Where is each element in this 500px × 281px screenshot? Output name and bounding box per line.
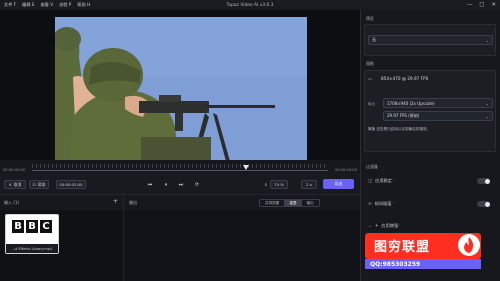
video-frame-image [55, 17, 307, 165]
bbc-logo: B B C [12, 220, 52, 233]
menu-edit[interactable]: 编辑 E [22, 2, 34, 8]
output-panel-header: 输出 [123, 194, 360, 210]
help-icon: ⊡ [32, 182, 36, 187]
playback-controls: ✕ 取消 ⊡ 帮助 00:00:03;00 ⏮ ⏸ ⏭ ⟳ ⌕ 74 % 2 x… [0, 174, 360, 194]
chevron-down-icon[interactable]: ⌄ [368, 224, 372, 229]
view-mode-side-by-side[interactable]: 并排视图 [260, 200, 284, 206]
clip-thumbnail[interactable]: B B C ...d Effects Library.mp4 [5, 214, 59, 254]
view-mode-overlay[interactable]: 重叠 [284, 200, 302, 206]
output-resolution-select[interactable]: 1708×940 (2x Upscale) ⌄ [383, 98, 493, 108]
prev-frame-icon[interactable]: ⏮ [146, 180, 154, 189]
watermark-title: 图穷联盟 [374, 240, 431, 255]
timeline-ticks [32, 164, 328, 168]
cancel-label: 取消 [13, 181, 22, 187]
output-media-area [123, 210, 360, 281]
stabilize-icon: ◫ [368, 178, 373, 184]
speed-select[interactable]: 2 x [301, 180, 317, 189]
menu-bar: 文件 F 编辑 E 查看 V 进程 P 帮助 H [0, 2, 90, 8]
cancel-button[interactable]: ✕ 取消 [4, 180, 26, 189]
feature-frame-interpolation: ⟲ 帧间插值 ⁱ [368, 201, 394, 207]
menu-file[interactable]: 文件 F [4, 2, 16, 8]
timecode-field[interactable]: 00:00:03;00 [56, 180, 86, 189]
timeline-end-time: 00:00:03:00 [335, 168, 357, 172]
menu-view[interactable]: 查看 V [40, 2, 53, 8]
watermark-qq: QQ:985303259 [365, 259, 481, 269]
close-icon[interactable]: ✕ [491, 1, 496, 9]
input-panel-title: 输入 (1) [4, 200, 19, 205]
loop-icon[interactable]: ⟳ [193, 180, 201, 189]
next-frame-icon[interactable]: ⏭ [177, 180, 185, 189]
input-panel-header: 输入 (1) + [0, 194, 123, 210]
preview-stage [0, 10, 360, 165]
timeline-track[interactable] [32, 170, 328, 171]
menu-process[interactable]: 进程 P [59, 2, 71, 8]
maximize-icon[interactable]: □ [479, 1, 484, 9]
frame-interpolation-icon: ⟲ [368, 201, 372, 207]
source-info: 854×470 @ 29.97 FPS [381, 76, 429, 81]
preset-section-label: 预设 [366, 16, 374, 21]
view-mode-output[interactable]: 输出 [302, 200, 319, 206]
chevron-down-icon: ⌄ [485, 38, 489, 43]
timeline[interactable]: 00:00:00:00 00:00:03:00 [0, 160, 360, 174]
source-icon: ▭ [368, 76, 372, 81]
preset-card: 无 ⌄ [364, 24, 496, 56]
zoom-icon: ⌕ [264, 181, 268, 188]
output-panel-title: 输出 [129, 200, 137, 205]
output-note: 筹备 这些是已启用以实现最佳的增效。 [368, 127, 431, 131]
feature-enhance: ⌄ ✦ 应用增强 ⁱ [368, 223, 400, 229]
title-bar: 文件 F 编辑 E 查看 V 进程 P 帮助 H Topaz Video AI … [0, 0, 500, 10]
zoom-select[interactable]: 74 % [270, 180, 288, 189]
output-section-label: 规格 [366, 61, 374, 66]
watermark-banner: 图穷联盟 [365, 233, 481, 259]
add-icon[interactable]: + [113, 198, 118, 205]
watermark-overlay: 图穷联盟 QQ:985303259 [360, 233, 500, 281]
frame-interpolation-toggle[interactable] [477, 201, 490, 207]
feature-stabilize-label: 应用稳定 ⁱ [375, 178, 394, 183]
video-preview[interactable] [55, 17, 307, 165]
feature-enhance-label: 应用增强 ⁱ [381, 223, 401, 228]
minimize-icon[interactable]: — [467, 1, 472, 9]
close-icon: ✕ [8, 182, 12, 187]
feature-stabilize: ◫ 应用稳定 ⁱ [368, 178, 394, 184]
feature-interpolation-label: 帧间插值 ⁱ [374, 201, 394, 206]
help-label: 帮助 [37, 181, 46, 187]
export-button[interactable]: 导出 [323, 179, 354, 189]
preset-select[interactable]: 无 ⌄ [368, 35, 493, 45]
clip-filename: ...d Effects Library.mp4 [6, 244, 58, 253]
output-fps-select[interactable]: 29.97 FPS (原始) ⌄ [383, 111, 493, 121]
chevron-down-icon: ⌄ [485, 114, 489, 119]
flame-logo-icon [458, 234, 480, 256]
view-mode-toggle: 并排视图 重叠 输出 [259, 199, 320, 207]
help-button[interactable]: ⊡ 帮助 [29, 180, 49, 189]
pause-icon[interactable]: ⏸ [162, 180, 170, 189]
filters-section-label: 过滤器 [366, 164, 378, 169]
stabilize-toggle[interactable] [477, 178, 490, 184]
playhead-handle[interactable] [243, 165, 249, 170]
chevron-down-icon: ⌄ [485, 101, 489, 106]
enhance-icon: ✦ [374, 223, 379, 229]
output-settings-card: ▭ 854×470 @ 29.97 FPS 输出 1708×940 (2x Up… [364, 70, 496, 152]
menu-help[interactable]: 帮助 H [77, 2, 90, 8]
timeline-start-time: 00:00:00:00 [3, 168, 25, 172]
output-row-label: 输出 [368, 102, 376, 106]
